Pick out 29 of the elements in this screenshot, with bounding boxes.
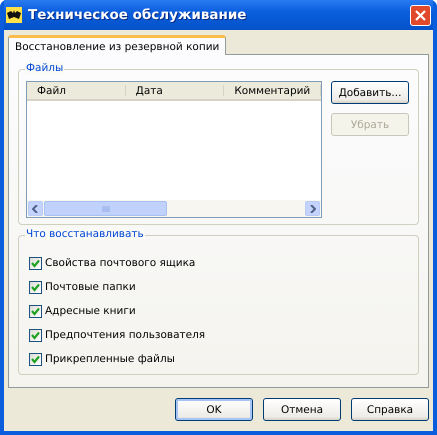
scroll-thumb[interactable] [44, 201, 167, 216]
checkbox-label[interactable]: Почтовые папки [45, 281, 136, 293]
close-icon [415, 10, 426, 20]
app-icon [6, 7, 22, 23]
checkbox-label[interactable]: Прикрепленные файлы [45, 353, 175, 365]
dialog-button[interactable]: Справка [351, 398, 429, 421]
dialog-button[interactable]: Отмена [263, 398, 341, 421]
close-button[interactable] [410, 4, 431, 26]
checkbox-label[interactable]: Свойства почтового ящика [45, 257, 196, 269]
column-header[interactable]: Дата [126, 85, 224, 96]
checkbox[interactable] [29, 280, 42, 294]
group-title: Что восстанавливать [25, 228, 145, 240]
column-header[interactable]: Файл [27, 85, 126, 96]
checkbox-label[interactable]: Предпочтения пользователя [45, 329, 206, 341]
add-button[interactable]: Добавить... [331, 81, 409, 104]
checkbox-label[interactable]: Адресные книги [45, 305, 136, 317]
horizontal-scrollbar[interactable] [27, 200, 321, 217]
checkbox[interactable] [29, 352, 42, 366]
tab[interactable]: Восстановление из резервной копии [8, 35, 226, 55]
scroll-left-icon[interactable] [28, 201, 43, 216]
column-header[interactable]: Комментарий [224, 85, 322, 96]
checkbox[interactable] [29, 328, 42, 342]
checkbox[interactable] [29, 256, 42, 270]
group-title: Файлы [25, 62, 64, 74]
window-title: Техническое обслуживание [28, 7, 248, 23]
scroll-right-icon[interactable] [305, 201, 320, 216]
checkbox[interactable] [29, 304, 42, 318]
dialog-button[interactable]: OK [175, 398, 253, 421]
file-list[interactable]: Файл Дата Комментарий [26, 81, 322, 218]
